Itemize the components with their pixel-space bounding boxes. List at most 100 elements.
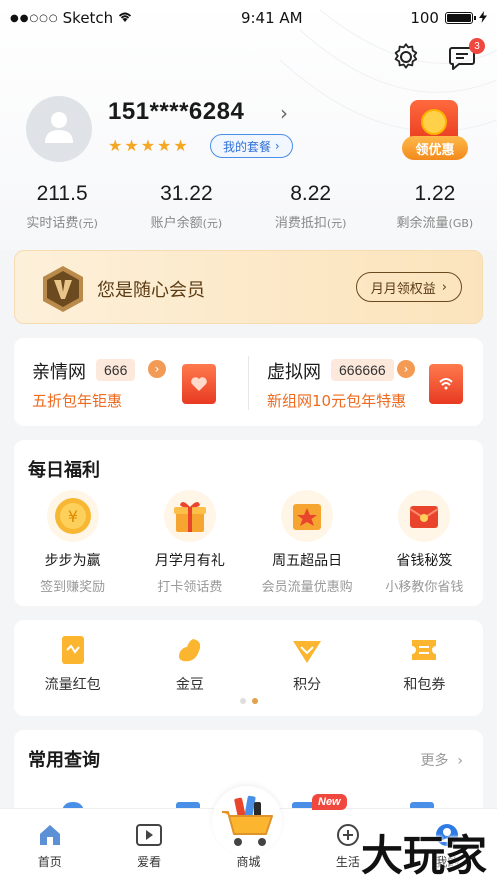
quick-entry[interactable]: 金豆 xyxy=(131,634,248,694)
family-network-item[interactable]: 亲情网 666 › 五折包年钜惠 xyxy=(14,338,248,426)
more-label: 更多 xyxy=(420,753,449,769)
monthly-benefits-label: 月月领权益 xyxy=(370,281,436,297)
welfare-list: ¥ 步步为赢 签到赚奖励 月学月有礼 打卡领话费 周五超品日 会员流量优惠购 省… xyxy=(14,490,483,595)
watermark-text: 大玩家 xyxy=(360,831,487,880)
chevron-right-icon: › xyxy=(397,360,415,378)
chevron-right-icon: › xyxy=(271,139,280,153)
chevron-right-icon: › xyxy=(452,753,463,769)
mall-cart-icon xyxy=(212,795,282,860)
stat-balance[interactable]: 31.22 账户余额(元) xyxy=(124,182,248,231)
wifi-icon xyxy=(117,9,133,27)
page-dot-active xyxy=(251,698,258,704)
charging-icon xyxy=(478,9,487,27)
quick-entry[interactable]: 流量红包 xyxy=(14,634,131,694)
welfare-item[interactable]: 省钱秘笈 小移教你省钱 xyxy=(366,490,483,595)
stat-deduction[interactable]: 8.22 消费抵扣(元) xyxy=(249,182,373,231)
welfare-item[interactable]: ¥ 步步为赢 签到赚奖励 xyxy=(14,490,131,595)
star-box-icon xyxy=(281,490,334,542)
stat-label: 实时话费(元) xyxy=(26,216,98,231)
video-icon xyxy=(135,821,163,849)
stat-label: 剩余流量(GB) xyxy=(396,216,474,231)
page-indicator xyxy=(14,698,483,704)
signal-icon: ●●○○○ xyxy=(10,12,59,24)
stat-label: 账户余额(元) xyxy=(150,216,223,231)
monthly-benefits-button[interactable]: 月月领权益 › xyxy=(355,272,462,302)
data-packet-icon xyxy=(57,634,89,666)
family-network-card: 亲情网 666 › 五折包年钜惠 虚拟网 666666 › 新组网10元包年特惠 xyxy=(14,338,483,426)
star-icon: ★ xyxy=(124,136,139,155)
chevron-right-icon: › xyxy=(441,279,447,295)
coin-icon: ¥ xyxy=(46,490,99,542)
network-name: 亲情网 xyxy=(32,362,86,383)
phone-number[interactable]: 151****6284 xyxy=(108,98,244,126)
quick-entry-label: 流量红包 xyxy=(44,677,101,693)
status-right: 100 xyxy=(410,9,487,27)
welfare-item[interactable]: 月学月有礼 打卡领话费 xyxy=(131,490,248,595)
gold-bean-icon xyxy=(174,634,206,666)
carrier-label: Sketch xyxy=(62,9,114,27)
member-banner[interactable]: 您是随心会员 月月领权益 › xyxy=(14,250,483,324)
quick-entry-label: 和包券 xyxy=(403,677,446,693)
star-icon: ★ xyxy=(140,136,156,155)
new-tag: New xyxy=(312,794,347,810)
quick-entry-label: 积分 xyxy=(293,677,322,693)
vip-badge-icon xyxy=(41,265,85,313)
coupon-button[interactable]: 领优惠 xyxy=(402,100,468,162)
points-icon xyxy=(291,634,323,666)
stat-realtime-fee[interactable]: 211.5 实时话费(元) xyxy=(0,182,124,231)
stat-remaining-data[interactable]: 1.22 剩余流量(GB) xyxy=(373,182,497,231)
welfare-subtitle: 会员流量优惠购 xyxy=(261,580,353,595)
tab-home[interactable]: 首页 xyxy=(0,809,99,883)
quick-entry[interactable]: 和包券 xyxy=(366,634,483,694)
network-number: 666666 xyxy=(331,359,394,381)
virtual-network-item[interactable]: 虚拟网 666666 › 新组网10元包年特惠 xyxy=(249,338,483,426)
tab-watch[interactable]: 爱看 xyxy=(99,809,198,883)
coupon-label: 领优惠 xyxy=(402,136,468,160)
network-name: 虚拟网 xyxy=(267,362,321,383)
gift-icon xyxy=(163,490,216,542)
account-stats: 211.5 实时话费(元) 31.22 账户余额(元) 8.22 消费抵扣(元)… xyxy=(0,182,497,231)
battery-percent: 100 xyxy=(410,9,439,27)
quick-entries-card: 流量红包 金豆 积分 和包券 xyxy=(14,620,483,716)
network-promo: 新组网10元包年特惠 xyxy=(267,392,407,410)
star-icon: ★ xyxy=(173,136,188,155)
section-title: 每日福利 xyxy=(28,460,100,481)
my-plan-label: 我的套餐 xyxy=(223,139,272,154)
heart-phone-icon xyxy=(182,364,216,404)
tab-label: 爱看 xyxy=(137,855,162,869)
header-actions: 3 xyxy=(389,38,485,76)
star-icon: ★ xyxy=(157,136,172,155)
messages-button[interactable]: 3 xyxy=(445,38,485,76)
rating-stars: ★ ★ ★ ★ ★ xyxy=(108,136,188,155)
status-left: ●●○○○ Sketch xyxy=(10,9,133,27)
chevron-right-icon: › xyxy=(148,360,166,378)
star-icon: ★ xyxy=(108,136,123,155)
settings-button[interactable] xyxy=(389,42,423,76)
mall-cart-button[interactable] xyxy=(212,786,282,856)
wifi-phone-icon xyxy=(429,364,463,404)
my-plan-button[interactable]: 我的套餐 › xyxy=(210,134,293,158)
avatar[interactable] xyxy=(26,96,92,162)
welfare-item[interactable]: 周五超品日 会员流量优惠购 xyxy=(249,490,366,595)
welfare-title: 省钱秘笈 xyxy=(396,553,453,569)
quick-entries-list: 流量红包 金豆 积分 和包券 xyxy=(14,634,483,694)
message-count-badge: 3 xyxy=(469,38,485,54)
stat-value: 31.22 xyxy=(160,182,213,205)
clock: 9:41 AM xyxy=(240,9,303,27)
welfare-title: 步步为赢 xyxy=(44,553,101,569)
red-envelope-icon xyxy=(398,490,451,542)
chevron-right-icon[interactable]: › xyxy=(280,101,288,125)
network-number: 666 xyxy=(96,359,136,381)
quick-entry[interactable]: 积分 xyxy=(249,634,366,694)
stat-value: 1.22 xyxy=(414,182,456,205)
welfare-subtitle: 打卡领话费 xyxy=(157,580,223,595)
tab-label: 首页 xyxy=(37,855,62,869)
battery-icon xyxy=(444,12,476,24)
stat-value: 8.22 xyxy=(290,182,332,205)
svg-text:¥: ¥ xyxy=(68,507,78,526)
gear-icon xyxy=(391,42,421,76)
status-bar: ●●○○○ Sketch 9:41 AM 100 xyxy=(0,0,497,36)
more-link[interactable]: 更多 › xyxy=(420,750,463,770)
home-icon xyxy=(36,821,64,849)
voucher-icon xyxy=(408,634,440,666)
